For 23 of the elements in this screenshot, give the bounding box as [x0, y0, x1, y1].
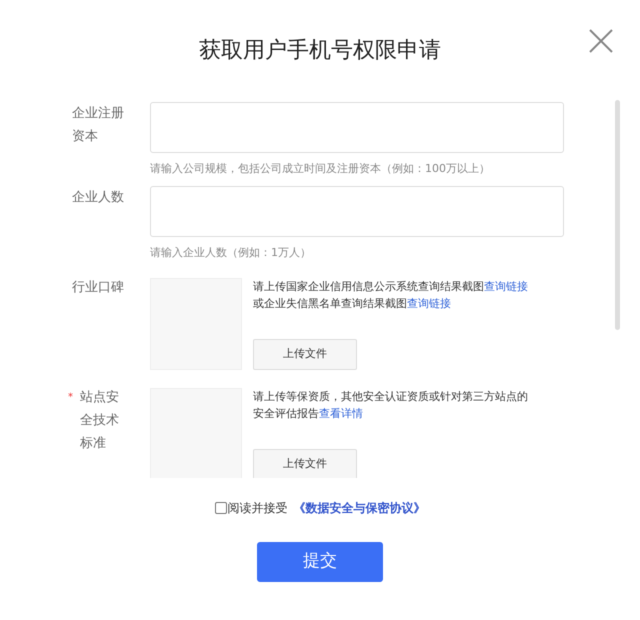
upload-instructions: 请上传等保资质，其他安全认证资质或针对第三方站点的安全评估报告查看详情	[253, 389, 529, 422]
link[interactable]: 查看详情	[319, 407, 363, 420]
close-icon[interactable]	[589, 29, 613, 53]
dialog-title: 获取用户手机号权限申请	[199, 37, 441, 65]
agreement-checkbox[interactable]	[214, 502, 226, 514]
agreement-link[interactable]: 《数据安全与保密协议》	[294, 499, 426, 517]
agreement-label: 阅读并接受	[228, 500, 288, 517]
upload-instructions: 请上传国家企业信用信息公示系统查询结果截图查询链接 或企业失信黑名单查询结果截图查询链接	[253, 279, 529, 312]
field-hint: 请输入企业人数（例如：1万人）	[150, 245, 312, 261]
scrollbar[interactable]	[615, 100, 620, 330]
link[interactable]: 查询链接	[407, 297, 451, 310]
field-hint: 请输入公司规模，包括公司成立时间及注册资本（例如：100万以上）	[150, 161, 491, 177]
submit-button[interactable]: 提交	[257, 542, 383, 582]
link[interactable]: 查询链接	[484, 280, 528, 293]
field-label: 企业注册资本	[72, 105, 125, 146]
input-field[interactable]	[150, 186, 564, 237]
upload-button[interactable]: 上传文件	[253, 339, 357, 370]
field-label: 企业人数	[72, 189, 125, 207]
upload-button[interactable]: 上传文件	[253, 449, 357, 478]
field-label: 行业口碑	[72, 279, 125, 297]
input-field[interactable]	[150, 102, 564, 153]
field-label: 站点安全技术标准	[80, 389, 120, 453]
required-mark: *	[68, 391, 74, 400]
